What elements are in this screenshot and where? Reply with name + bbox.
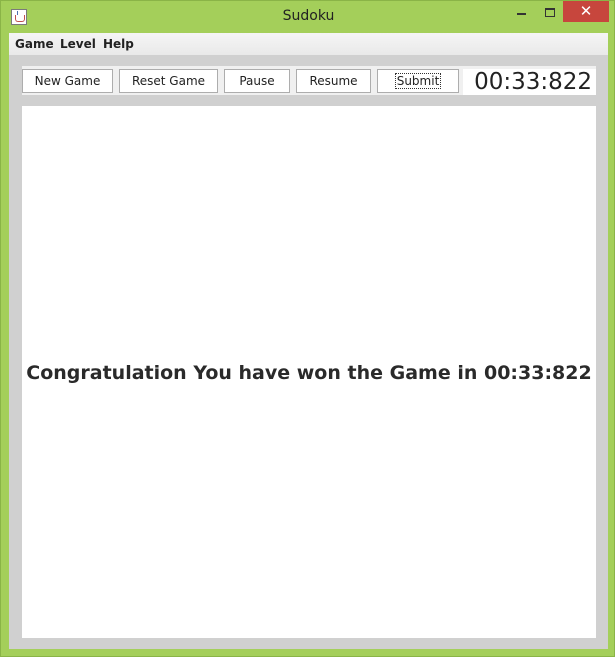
close-icon: ✕: [579, 2, 593, 20]
maximize-icon[interactable]: [535, 1, 565, 23]
menu-level[interactable]: Level: [60, 37, 96, 51]
minimize-icon[interactable]: [507, 1, 537, 23]
menu-game[interactable]: Game: [15, 37, 54, 51]
submit-label: Submit: [394, 73, 442, 89]
reset-game-button[interactable]: Reset Game: [119, 69, 218, 93]
close-button[interactable]: ✕: [563, 1, 609, 22]
new-game-button[interactable]: New Game: [22, 69, 113, 93]
resume-button[interactable]: Resume: [296, 69, 371, 93]
title-bar[interactable]: Sudoku ✕: [1, 1, 614, 33]
content-panel: New Game Reset Game Pause Resume Submit …: [9, 55, 608, 649]
win-message: Congratulation You have won the Game in …: [26, 362, 592, 384]
app-window: Sudoku ✕ Game Level Help New Game Reset …: [0, 0, 615, 657]
submit-button[interactable]: Submit: [377, 69, 459, 93]
game-board: Congratulation You have won the Game in …: [22, 106, 596, 638]
menu-bar: Game Level Help: [9, 33, 608, 55]
timer-display: 00:33:822: [463, 69, 596, 95]
menu-help[interactable]: Help: [103, 37, 134, 51]
pause-button[interactable]: Pause: [224, 69, 290, 93]
